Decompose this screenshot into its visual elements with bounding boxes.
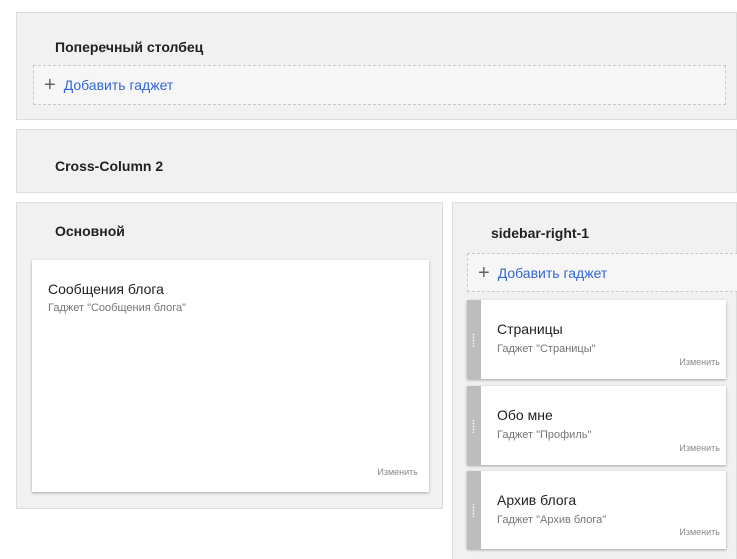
plus-icon: + — [478, 261, 490, 284]
edit-link[interactable]: Изменить — [679, 443, 720, 453]
sidebar-section: sidebar-right-1 + Добавить гаджет Страни… — [452, 202, 737, 559]
pages-gadget[interactable]: Страницы Гаджет "Страницы" Изменить — [467, 300, 726, 379]
gadget-subtitle: Гаджет "Профиль" — [497, 429, 592, 441]
section-title: Cross-Column 2 — [55, 158, 164, 174]
add-gadget-label: Добавить гаджет — [63, 77, 174, 93]
add-gadget-button[interactable]: + Добавить гаджет — [467, 253, 737, 292]
gadget-title: Архив блога — [497, 492, 577, 508]
gadget-title: Страницы — [497, 321, 563, 337]
main-section: Основной Сообщения блога Гаджет "Сообщен… — [16, 202, 443, 509]
gadget-title: Сообщения блога — [48, 281, 164, 297]
blog-posts-gadget[interactable]: Сообщения блога Гаджет "Сообщения блога"… — [32, 260, 429, 492]
cross-column-section: Поперечный столбец + Добавить гаджет — [16, 12, 737, 120]
edit-link[interactable]: Изменить — [679, 357, 720, 367]
gadget-subtitle: Гаджет "Сообщения блога" — [48, 302, 186, 314]
blog-archive-gadget[interactable]: Архив блога Гаджет "Архив блога" Изменит… — [467, 471, 726, 549]
drag-handle-icon[interactable] — [467, 386, 481, 465]
gadget-subtitle: Гаджет "Архив блога" — [497, 514, 607, 526]
gadget-title: Обо мне — [497, 407, 553, 423]
section-title: Основной — [55, 223, 125, 239]
drag-handle-icon[interactable] — [467, 300, 481, 379]
plus-icon: + — [44, 74, 56, 96]
gadget-subtitle: Гаджет "Страницы" — [497, 343, 596, 355]
profile-gadget[interactable]: Обо мне Гаджет "Профиль" Изменить — [467, 386, 726, 465]
section-title: Поперечный столбец — [55, 39, 204, 55]
edit-link[interactable]: Изменить — [377, 467, 418, 477]
edit-link[interactable]: Изменить — [679, 527, 720, 537]
section-title: sidebar-right-1 — [491, 225, 590, 241]
add-gadget-label: Добавить гаджет — [497, 264, 608, 281]
add-gadget-button[interactable]: + Добавить гаджет — [33, 65, 726, 105]
cross-column-2-section: Cross-Column 2 — [16, 129, 737, 193]
drag-handle-icon[interactable] — [467, 471, 481, 549]
